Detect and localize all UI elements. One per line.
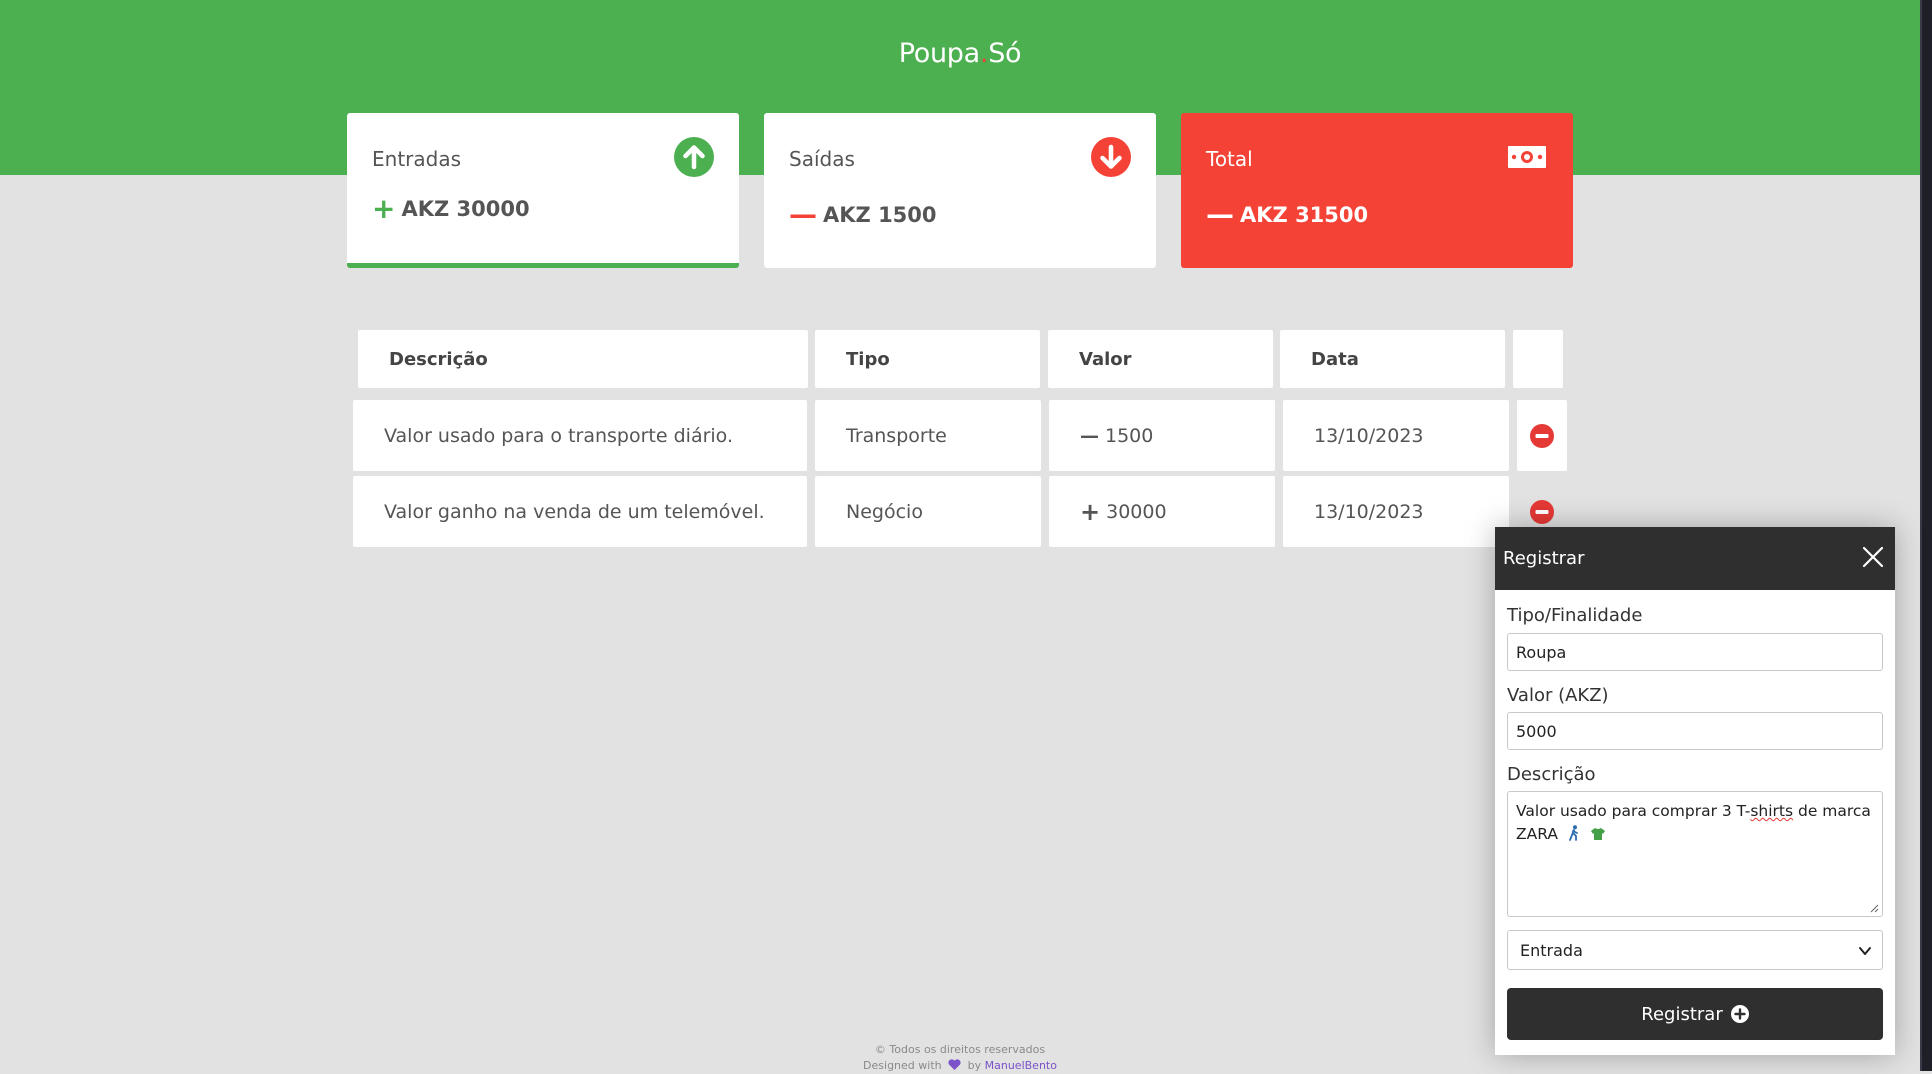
entry-type-select[interactable]: Entrada xyxy=(1507,930,1883,970)
type-input[interactable] xyxy=(1507,633,1883,671)
register-button-label: Registrar xyxy=(1641,1003,1723,1025)
plus-sign: + xyxy=(1080,497,1101,526)
table-cell-amount-value: 30000 xyxy=(1106,500,1167,523)
table-header-amount: Valor xyxy=(1048,330,1273,388)
table-cell-date: 13/10/2023 xyxy=(1283,400,1509,471)
amount-label: Valor (AKZ) xyxy=(1507,685,1609,706)
income-card-title: Entradas xyxy=(372,147,462,171)
description-text-part2: de marca xyxy=(1793,802,1871,820)
table-header-date: Data xyxy=(1280,330,1505,388)
plus-sign: + xyxy=(372,192,396,225)
minus-sign: — xyxy=(1080,424,1099,447)
description-text-line2: ZARA xyxy=(1516,825,1558,843)
expense-card-title: Saídas xyxy=(789,147,855,171)
income-card: Entradas + AKZ 30000 xyxy=(347,113,739,268)
table-cell-date: 13/10/2023 xyxy=(1283,476,1509,547)
table-cell-actions xyxy=(1517,400,1567,471)
resize-handle-icon[interactable] xyxy=(1869,903,1879,913)
entry-type-select-value: Entrada xyxy=(1520,940,1583,960)
footer-designed-with: Designed with xyxy=(863,1059,942,1072)
income-card-value: AKZ 30000 xyxy=(401,197,530,221)
modal-title: Registrar xyxy=(1503,548,1585,569)
heart-icon xyxy=(948,1059,961,1070)
table-cell-amount: — 1500 xyxy=(1049,400,1275,471)
table-cell-type: Negócio xyxy=(815,476,1041,547)
table-cell-description: Valor ganho na venda de um telemóvel. xyxy=(353,476,807,547)
logo-text-part1: Poupa xyxy=(898,38,980,69)
type-label: Tipo/Finalidade xyxy=(1507,605,1643,626)
arrow-down-circle-icon xyxy=(1091,137,1131,177)
table-cell-description: Valor usado para o transporte diário. xyxy=(353,400,807,471)
table-cell-type: Transporte xyxy=(815,400,1041,471)
table-header-type: Tipo xyxy=(815,330,1040,388)
tshirt-icon xyxy=(1590,828,1605,840)
income-card-value-row: + AKZ 30000 xyxy=(372,195,530,223)
total-card-value: AKZ 31500 xyxy=(1240,203,1369,227)
table-header-actions xyxy=(1513,330,1563,388)
remove-circle-icon[interactable] xyxy=(1529,499,1555,525)
total-card-title: Total xyxy=(1206,147,1253,171)
table-header-description: Descrição xyxy=(358,330,808,388)
author-link[interactable]: ManuelBento xyxy=(985,1059,1057,1072)
amount-input[interactable] xyxy=(1507,712,1883,750)
expense-card: Saídas — AKZ 1500 xyxy=(764,113,1156,268)
minus-sign: — xyxy=(1206,198,1234,231)
table-cell-amount: + 30000 xyxy=(1049,476,1275,547)
description-text-part1: Valor usado para comprar 3 T- xyxy=(1516,802,1751,820)
minus-sign: — xyxy=(789,198,817,231)
plus-circle-icon xyxy=(1730,1005,1749,1023)
window-edge xyxy=(1920,0,1932,1071)
money-bill-icon xyxy=(1508,146,1546,168)
arrow-up-circle-icon xyxy=(674,137,714,177)
description-misspelled-word: shirts xyxy=(1750,802,1794,820)
logo-text-part2: Só xyxy=(988,38,1022,69)
total-card-value-row: — AKZ 31500 xyxy=(1206,201,1368,229)
expense-card-value: AKZ 1500 xyxy=(823,203,937,227)
app-logo: Poupa.Só xyxy=(0,38,1920,69)
close-icon[interactable] xyxy=(1861,545,1885,569)
chevron-down-icon xyxy=(1859,947,1871,955)
footer-by: by xyxy=(967,1059,982,1072)
walking-person-icon xyxy=(1569,825,1578,841)
register-modal: Registrar Tipo/Finalidade Valor (AKZ) De… xyxy=(1495,527,1895,1055)
logo-dot: . xyxy=(979,38,989,69)
expense-card-value-row: — AKZ 1500 xyxy=(789,201,937,229)
footer-credits: Designed with by ManuelBento xyxy=(0,1058,1920,1074)
table-cell-amount-value: 1500 xyxy=(1105,424,1154,447)
register-button[interactable]: Registrar xyxy=(1507,988,1883,1040)
description-textarea[interactable]: Valor usado para comprar 3 T-shirts de m… xyxy=(1507,791,1883,917)
description-label: Descrição xyxy=(1507,764,1596,785)
total-card: Total — AKZ 31500 xyxy=(1181,113,1573,268)
remove-circle-icon[interactable] xyxy=(1529,423,1555,449)
modal-header: Registrar xyxy=(1495,527,1895,590)
